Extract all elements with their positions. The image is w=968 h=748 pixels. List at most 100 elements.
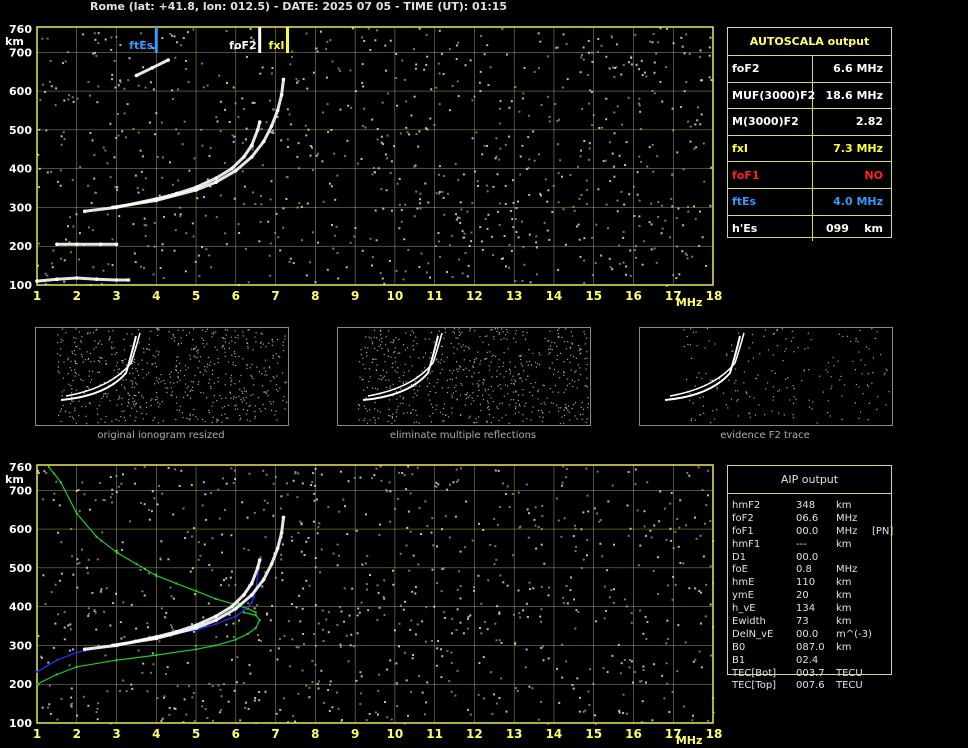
noise-speck (241, 97, 244, 100)
thumb-speck (475, 357, 477, 359)
thumb-speck (436, 404, 438, 406)
noise-speck (675, 217, 678, 220)
noise-speck (508, 506, 511, 508)
thumb-speck (255, 341, 257, 343)
noise-speck (531, 687, 534, 690)
thumb-speck (173, 382, 175, 384)
noise-speck (376, 138, 379, 141)
noise-speck (560, 535, 563, 538)
thumb-speck (852, 360, 854, 363)
thumb-speck (269, 401, 271, 403)
thumb-speck (194, 347, 196, 350)
noise-speck (414, 592, 417, 595)
noise-speck (59, 169, 62, 172)
series-1-point (135, 562, 138, 566)
thumb-speck (795, 398, 797, 400)
thumb-speck (57, 361, 60, 363)
noise-speck (101, 531, 104, 534)
x-tick-label: 5 (192, 289, 200, 303)
noise-speck (421, 620, 424, 623)
noise-speck (378, 523, 381, 526)
noise-speck (49, 80, 51, 83)
thumb-speck (543, 401, 545, 404)
thumb-speck (429, 372, 431, 374)
noise-speck (450, 662, 453, 665)
noise-speck (142, 188, 145, 191)
noise-speck (243, 185, 246, 188)
thumb-speck (424, 367, 426, 369)
thumb-speck (197, 349, 199, 351)
thumb-speck (376, 364, 378, 366)
thumb-speck (100, 357, 102, 359)
noise-speck (404, 651, 407, 654)
noise-speck (286, 493, 289, 496)
thumb-speck (867, 419, 869, 421)
thumb-speck (392, 341, 394, 343)
noise-speck (580, 194, 583, 196)
thumb-speck (563, 372, 565, 374)
thumb-speck (234, 356, 237, 358)
noise-speck (572, 535, 575, 538)
thumb-speck (133, 403, 135, 405)
thumb-speck (479, 363, 481, 365)
noise-speck (506, 584, 509, 587)
noise-speck (96, 718, 99, 721)
thumb-speck (785, 338, 787, 340)
noise-speck (533, 518, 536, 521)
thumb-speck (112, 330, 114, 332)
thumb-speck (538, 352, 540, 354)
noise-speck (292, 479, 295, 482)
noise-speck (299, 520, 302, 523)
noise-speck (308, 584, 311, 587)
noise-speck (329, 39, 332, 42)
noise-speck (685, 81, 688, 83)
series-2-point (115, 659, 118, 662)
thumb-speck (544, 403, 546, 405)
noise-speck (344, 505, 346, 508)
noise-speck (679, 562, 682, 564)
noise-speck (579, 696, 582, 699)
thumb-speck (127, 405, 129, 407)
noise-speck (315, 154, 318, 157)
thumb-speck (163, 379, 165, 381)
noise-speck (47, 661, 50, 664)
thumb-speck (527, 364, 529, 366)
noise-speck (601, 555, 604, 558)
noise-speck (136, 187, 139, 190)
noise-speck (267, 220, 270, 223)
thumb-speck (492, 400, 494, 403)
aip-cell: hmF1 (732, 538, 761, 550)
thumb-speck (242, 331, 244, 333)
noise-speck (52, 249, 55, 252)
noise-speck (67, 624, 70, 627)
noise-speck (43, 470, 46, 473)
noise-speck (113, 59, 116, 62)
noise-speck (119, 689, 121, 692)
thumb-speck (549, 352, 551, 354)
noise-speck (400, 209, 403, 212)
thumb-speck (781, 328, 783, 330)
thumb-speck (498, 333, 500, 335)
thumb-speck (71, 396, 73, 398)
thumb-speck (245, 396, 247, 398)
noise-speck (687, 120, 690, 123)
thumb-speck (549, 367, 551, 369)
noise-speck (194, 593, 196, 596)
noise-speck (78, 232, 81, 235)
thumb-speck (580, 373, 582, 376)
thumb-evidence (639, 327, 893, 426)
thumb-speck (402, 343, 405, 346)
noise-speck (300, 523, 303, 526)
thumb-speck (497, 385, 499, 387)
noise-speck (665, 642, 668, 645)
thumb-speck (230, 384, 232, 386)
thumb-speck (789, 399, 791, 401)
noise-speck (605, 118, 608, 121)
thumb-speck (366, 386, 368, 389)
noise-speck (694, 123, 697, 126)
thumb-speck (412, 396, 414, 398)
thumb-speck (181, 412, 183, 414)
thumb-speck (498, 332, 500, 334)
thumb-speck (570, 354, 572, 356)
thumb-speck (446, 391, 449, 394)
